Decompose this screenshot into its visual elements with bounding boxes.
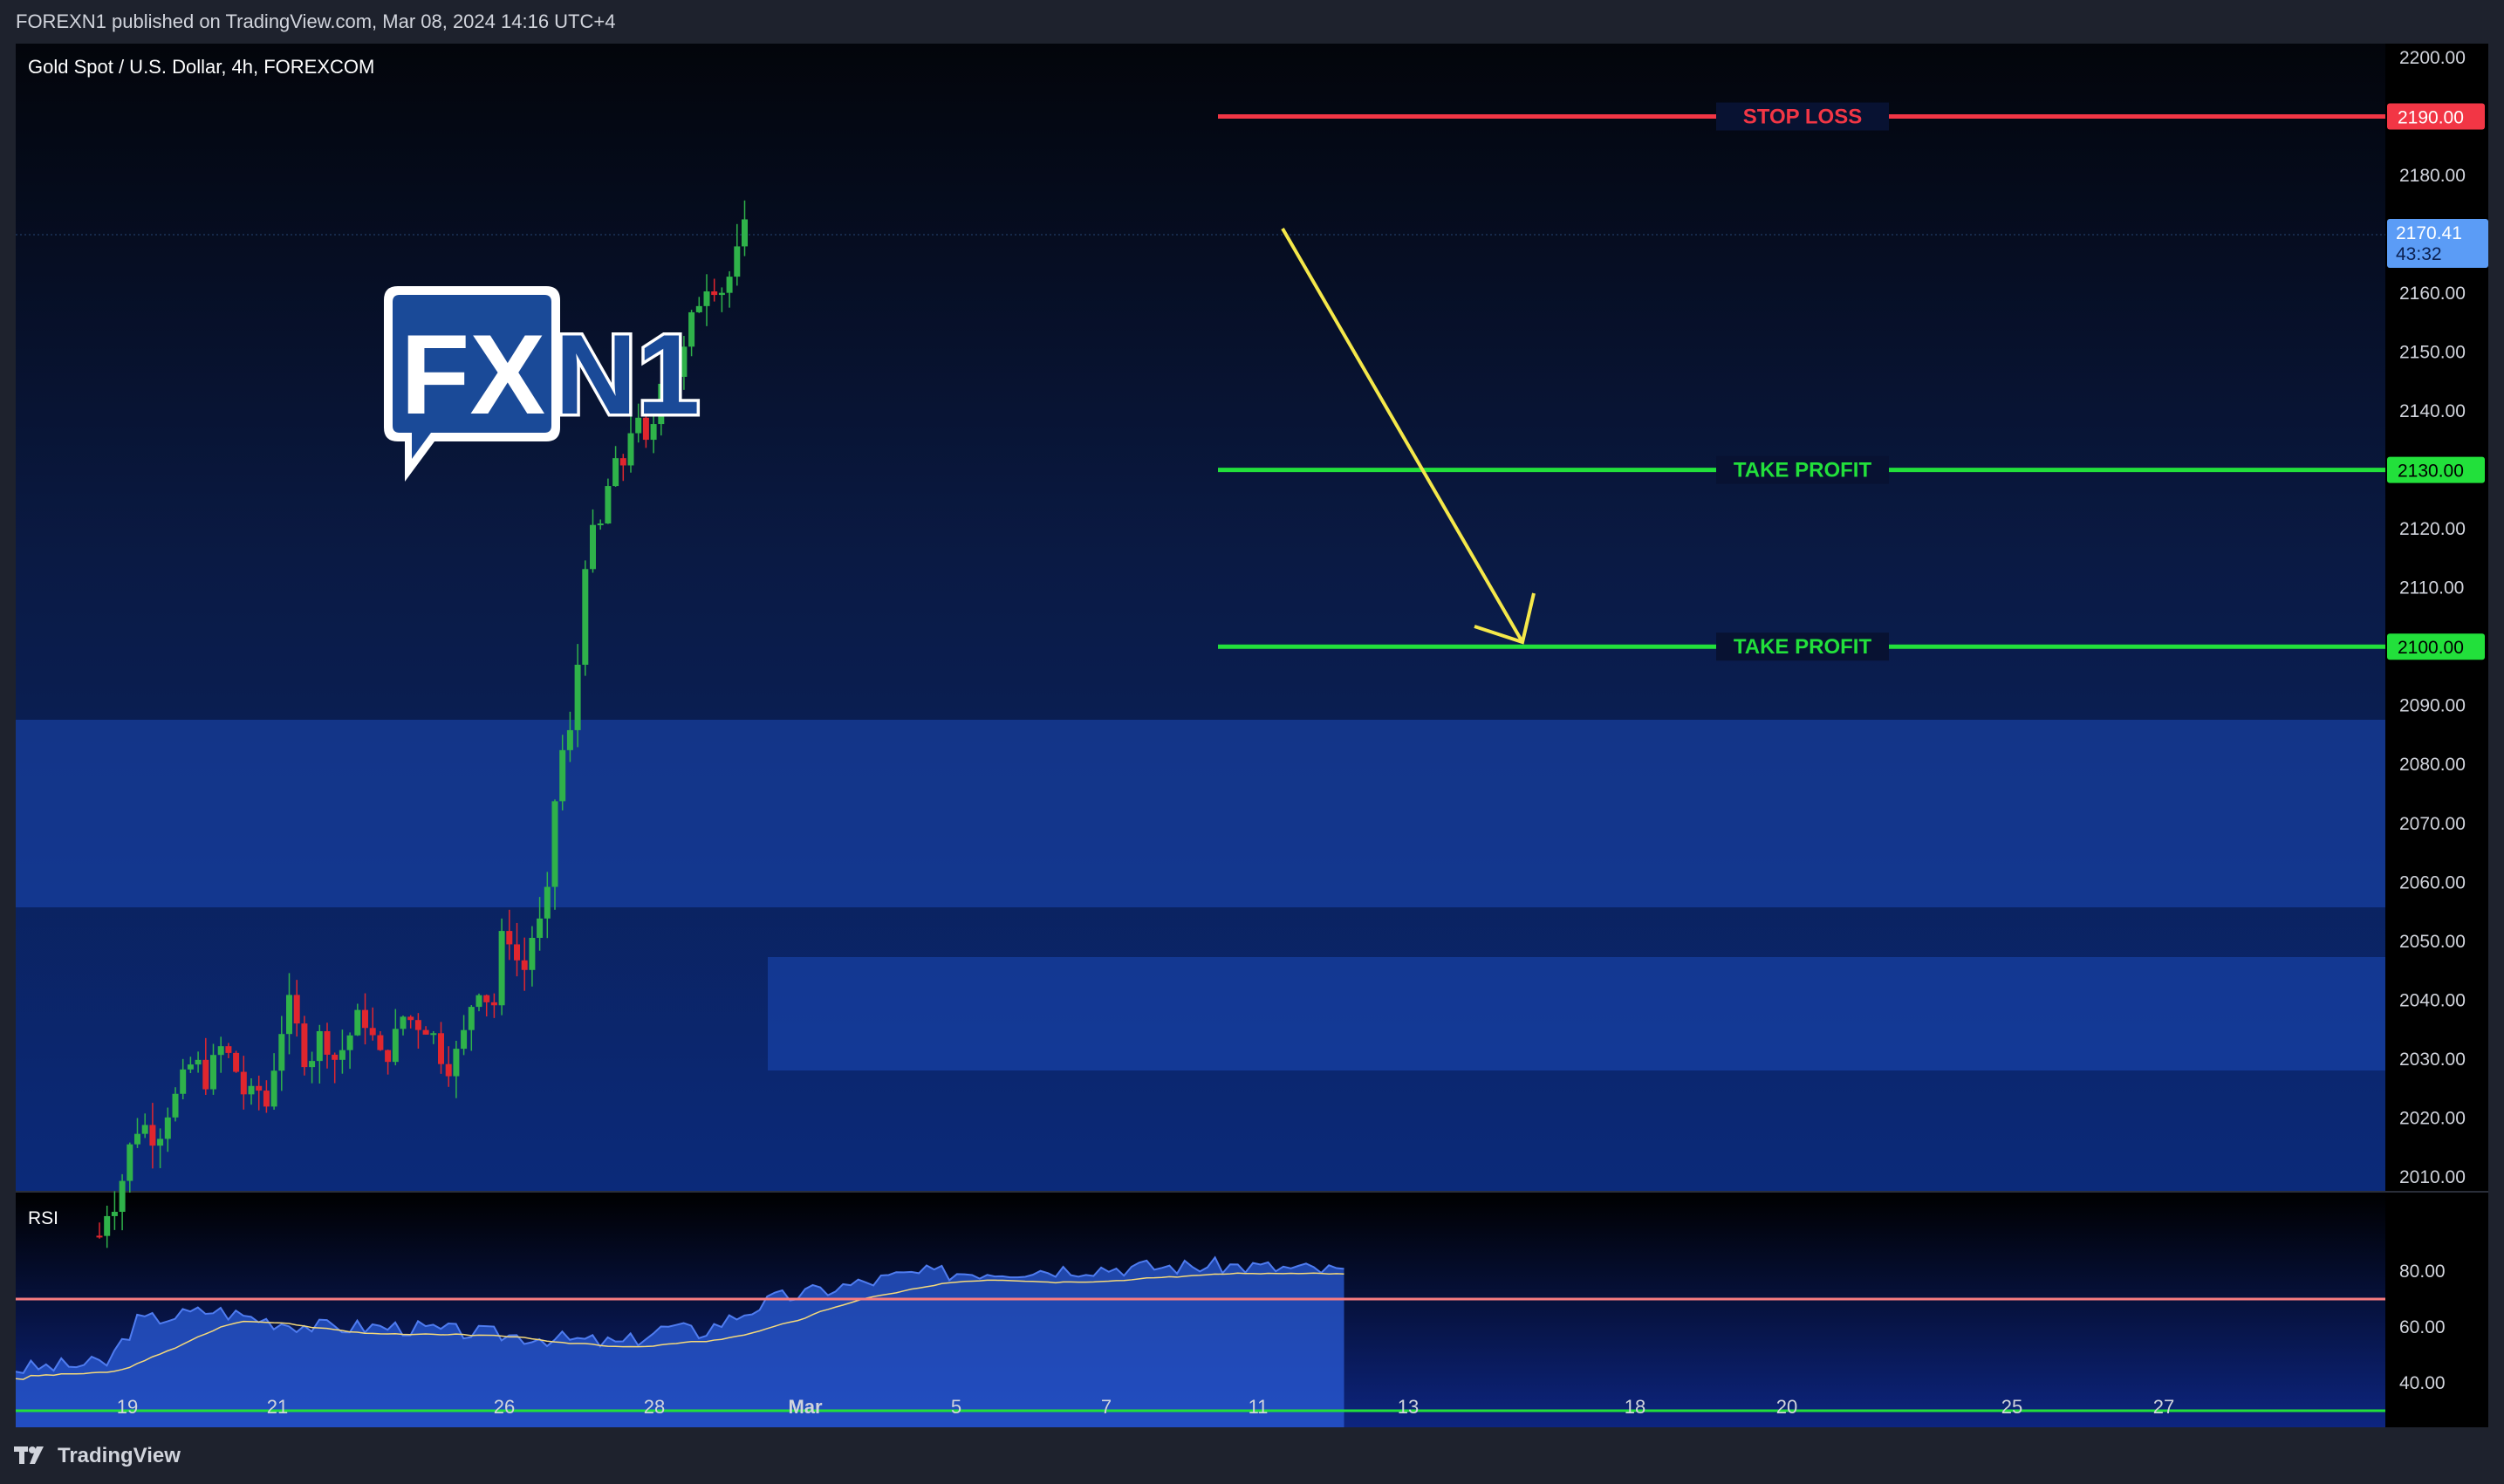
time-tick-label: 5 bbox=[951, 1396, 961, 1418]
price-tick-label: 2150.00 bbox=[2399, 343, 2466, 363]
price-tick-label: 2200.00 bbox=[2399, 48, 2466, 68]
level-price-label: 2100.00 bbox=[2398, 638, 2464, 658]
price-tick-label: 2140.00 bbox=[2399, 401, 2466, 421]
price-tick-label: 2090.00 bbox=[2399, 696, 2466, 716]
publish-info: FOREXN1 published on TradingView.com, Ma… bbox=[16, 10, 616, 32]
level-price-label: 2130.00 bbox=[2398, 462, 2464, 482]
time-tick-label: 26 bbox=[494, 1396, 515, 1418]
candle bbox=[498, 918, 505, 1016]
publish-header: FOREXN1 published on TradingView.com, Ma… bbox=[0, 0, 2504, 44]
rsi-label[interactable]: RSI bbox=[28, 1208, 58, 1228]
rsi-axis: 80.00 60.00 40.00 bbox=[2399, 1262, 2446, 1393]
chart-canvas[interactable]: Gold Spot / U.S. Dollar, 4h, FOREXCOM FX… bbox=[16, 44, 2488, 1427]
price-tick-label: 2070.00 bbox=[2399, 814, 2466, 834]
demand-zone-lower bbox=[768, 957, 2385, 1070]
time-tick-label: 28 bbox=[644, 1396, 665, 1418]
chart-panel[interactable]: Gold Spot / U.S. Dollar, 4h, FOREXCOM FX… bbox=[16, 44, 2488, 1427]
tradingview-icon bbox=[14, 1446, 44, 1464]
price-tick-label: 2160.00 bbox=[2399, 284, 2466, 304]
current-price-value: 2170.41 bbox=[2396, 223, 2462, 243]
current-price-countdown: 43:32 bbox=[2396, 244, 2442, 264]
rsi-tick-label: 60.00 bbox=[2399, 1317, 2446, 1337]
price-tick-label: 2030.00 bbox=[2399, 1050, 2466, 1070]
time-tick-label: 20 bbox=[1776, 1396, 1797, 1418]
rsi-tick-label: 40.00 bbox=[2399, 1373, 2446, 1393]
price-axis-bg[interactable] bbox=[2385, 44, 2488, 1192]
price-tick-label: 2020.00 bbox=[2399, 1108, 2466, 1128]
time-tick-label: Mar bbox=[788, 1396, 823, 1418]
candle bbox=[301, 1016, 308, 1076]
time-tick-label: 7 bbox=[1101, 1396, 1112, 1418]
logo-n1: N1 bbox=[555, 311, 700, 438]
time-tick-label: 25 bbox=[2001, 1396, 2022, 1418]
rsi-tick-label: 80.00 bbox=[2399, 1262, 2446, 1282]
time-tick-label: 21 bbox=[267, 1396, 288, 1418]
logo-fx: FX bbox=[400, 311, 545, 438]
current-price-badge: 2170.41 43:32 bbox=[2387, 219, 2488, 268]
time-tick-label: 11 bbox=[1249, 1396, 1269, 1418]
price-tick-label: 2050.00 bbox=[2399, 932, 2466, 952]
symbol-title[interactable]: Gold Spot / U.S. Dollar, 4h, FOREXCOM bbox=[28, 56, 374, 78]
price-tick-label: 2060.00 bbox=[2399, 872, 2466, 892]
time-tick-label: 13 bbox=[1398, 1396, 1419, 1418]
time-tick-label: 18 bbox=[1625, 1396, 1645, 1418]
demand-zone-upper bbox=[16, 720, 2385, 907]
candle bbox=[582, 560, 589, 676]
price-tick-label: 2180.00 bbox=[2399, 166, 2466, 186]
price-tick-label: 2110.00 bbox=[2399, 578, 2464, 598]
level-label: STOP LOSS bbox=[1743, 106, 1863, 129]
tradingview-brand: TradingView bbox=[58, 1443, 181, 1467]
candle bbox=[233, 1050, 240, 1073]
level-label: TAKE PROFIT bbox=[1734, 635, 1872, 659]
price-tick-label: 2040.00 bbox=[2399, 990, 2466, 1010]
tradingview-logo[interactable]: TradingView bbox=[14, 1444, 181, 1468]
price-tick-label: 2010.00 bbox=[2399, 1167, 2466, 1187]
time-tick-label: 27 bbox=[2153, 1396, 2174, 1418]
footer: TradingView bbox=[0, 1427, 2504, 1484]
price-tick-label: 2080.00 bbox=[2399, 755, 2466, 775]
time-tick-label: 19 bbox=[117, 1396, 138, 1418]
price-tick-label: 2120.00 bbox=[2399, 519, 2466, 539]
level-price-label: 2190.00 bbox=[2398, 108, 2464, 128]
level-label: TAKE PROFIT bbox=[1734, 459, 1872, 482]
